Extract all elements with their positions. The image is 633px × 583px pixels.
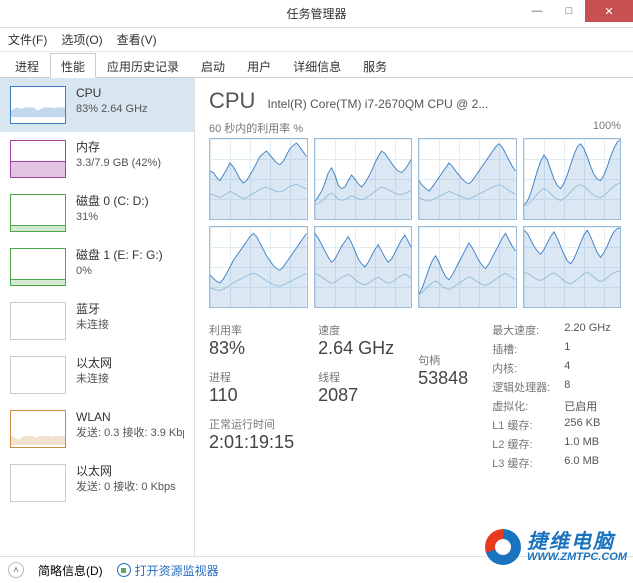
proc-value: 110 bbox=[209, 385, 294, 406]
speed-value: 2.64 GHz bbox=[318, 338, 394, 359]
sidebar[interactable]: CPU83% 2.64 GHz内存3.3/7.9 GB (42%)磁盘 0 (C… bbox=[0, 78, 195, 556]
sidebar-item-title: 磁盘 1 (E: F: G:) bbox=[76, 248, 163, 264]
util-label: 利用率 bbox=[209, 322, 294, 338]
sidebar-thumbnail bbox=[10, 248, 66, 286]
cpu-model: Intel(R) Core(TM) i7-2670QM CPU @ 2... bbox=[267, 97, 621, 111]
tab-6[interactable]: 服务 bbox=[352, 53, 398, 78]
close-button[interactable]: ✕ bbox=[585, 0, 633, 22]
chart-axis-left: 60 秒内的利用率 % bbox=[209, 120, 303, 136]
sidebar-item-wlan-6[interactable]: WLAN发送: 0.3 接收: 3.9 Kbps bbox=[0, 402, 194, 456]
resource-title: CPU bbox=[209, 88, 255, 114]
uptime-label: 正常运行时间 bbox=[209, 416, 294, 432]
sidebar-item-sub: 发送: 0.3 接收: 3.9 Kbps bbox=[76, 426, 184, 440]
cpu-core-chart-4 bbox=[209, 226, 308, 308]
speed-label: 速度 bbox=[318, 322, 394, 338]
handle-label: 句柄 bbox=[418, 352, 468, 368]
sidebar-item-eth-5[interactable]: 以太网未连接 bbox=[0, 348, 194, 402]
uptime-value: 2:01:19:15 bbox=[209, 432, 294, 453]
sidebar-item-sub: 83% 2.64 GHz bbox=[76, 102, 148, 116]
bottom-bar: ˄ 简略信息(D) 打开资源监视器 bbox=[0, 556, 633, 583]
detail-key: 逻辑处理器: bbox=[492, 379, 550, 395]
resmon-icon bbox=[117, 563, 131, 577]
menubar: 文件(F) 选项(O) 查看(V) bbox=[0, 28, 633, 52]
chart-axis-right: 100% bbox=[593, 120, 621, 136]
main-panel: CPU Intel(R) Core(TM) i7-2670QM CPU @ 2.… bbox=[195, 78, 633, 556]
cpu-core-chart-5 bbox=[314, 226, 413, 308]
fewer-details-button[interactable]: 简略信息(D) bbox=[38, 562, 103, 579]
sidebar-item-title: WLAN bbox=[76, 410, 184, 426]
detail-key: 内核: bbox=[492, 360, 550, 376]
sidebar-item-title: CPU bbox=[76, 86, 148, 102]
sidebar-thumbnail bbox=[10, 302, 66, 340]
sidebar-item-mem-1[interactable]: 内存3.3/7.9 GB (42%) bbox=[0, 132, 194, 186]
window-title: 任务管理器 bbox=[286, 5, 346, 22]
thread-value: 2087 bbox=[318, 385, 394, 406]
detail-key: L1 缓存: bbox=[492, 417, 550, 433]
menu-options[interactable]: 选项(O) bbox=[61, 31, 102, 48]
detail-key: 虚拟化: bbox=[492, 398, 550, 414]
thread-label: 线程 bbox=[318, 369, 394, 385]
sidebar-item-title: 内存 bbox=[76, 140, 161, 156]
titlebar: 任务管理器 — □ ✕ bbox=[0, 0, 633, 28]
detail-key: 插槽: bbox=[492, 341, 550, 357]
sidebar-item-title: 磁盘 0 (C: D:) bbox=[76, 194, 149, 210]
tab-3[interactable]: 启动 bbox=[190, 53, 236, 78]
menu-file[interactable]: 文件(F) bbox=[8, 31, 47, 48]
sidebar-item-bt-4[interactable]: 蓝牙未连接 bbox=[0, 294, 194, 348]
sidebar-item-title: 以太网 bbox=[76, 356, 112, 372]
sidebar-thumbnail bbox=[10, 194, 66, 232]
cpu-core-chart-2 bbox=[418, 138, 517, 220]
sidebar-item-sub: 未连接 bbox=[76, 372, 112, 386]
detail-value: 4 bbox=[564, 360, 610, 376]
sidebar-thumbnail bbox=[10, 464, 66, 502]
sidebar-thumbnail bbox=[10, 86, 66, 124]
detail-value: 8 bbox=[564, 379, 610, 395]
sidebar-item-title: 以太网 bbox=[76, 464, 176, 480]
menu-view[interactable]: 查看(V) bbox=[117, 31, 157, 48]
sidebar-item-eth-7[interactable]: 以太网发送: 0 接收: 0 Kbps bbox=[0, 456, 194, 510]
detail-value: 已启用 bbox=[564, 398, 610, 414]
tab-2[interactable]: 应用历史记录 bbox=[96, 53, 190, 78]
cpu-core-chart-6 bbox=[418, 226, 517, 308]
sidebar-item-cpu-0[interactable]: CPU83% 2.64 GHz bbox=[0, 78, 194, 132]
detail-value: 1 bbox=[564, 341, 610, 357]
chevron-up-icon[interactable]: ˄ bbox=[8, 562, 24, 578]
tab-0[interactable]: 进程 bbox=[4, 53, 50, 78]
sidebar-thumbnail bbox=[10, 410, 66, 448]
handle-value: 53848 bbox=[418, 368, 468, 389]
detail-key: 最大速度: bbox=[492, 322, 550, 338]
detail-value: 6.0 MB bbox=[564, 455, 610, 471]
cpu-core-chart-3 bbox=[523, 138, 622, 220]
cpu-details-table: 最大速度: 2.20 GHz 插槽: 1 内核: 4 逻辑处理器: 8 虚拟化: 已启用 L1 缓存… bbox=[492, 322, 611, 471]
sidebar-item-disk-2[interactable]: 磁盘 0 (C: D:)31% bbox=[0, 186, 194, 240]
sidebar-item-sub: 0% bbox=[76, 264, 163, 278]
cpu-core-chart-1 bbox=[314, 138, 413, 220]
sidebar-item-disk-3[interactable]: 磁盘 1 (E: F: G:)0% bbox=[0, 240, 194, 294]
sidebar-item-title: 蓝牙 bbox=[76, 302, 109, 318]
sidebar-thumbnail bbox=[10, 356, 66, 394]
util-value: 83% bbox=[209, 338, 294, 359]
tab-4[interactable]: 用户 bbox=[236, 53, 282, 78]
sidebar-thumbnail bbox=[10, 140, 66, 178]
sidebar-item-sub: 31% bbox=[76, 210, 149, 224]
cpu-core-chart-0 bbox=[209, 138, 308, 220]
detail-value: 2.20 GHz bbox=[564, 322, 610, 338]
tab-1[interactable]: 性能 bbox=[50, 53, 96, 78]
cpu-core-chart-7 bbox=[523, 226, 622, 308]
detail-key: L3 缓存: bbox=[492, 455, 550, 471]
minimize-button[interactable]: — bbox=[521, 0, 553, 22]
sidebar-item-sub: 未连接 bbox=[76, 318, 109, 332]
detail-value: 1.0 MB bbox=[564, 436, 610, 452]
maximize-button[interactable]: □ bbox=[553, 0, 585, 22]
proc-label: 进程 bbox=[209, 369, 294, 385]
open-resource-monitor-link[interactable]: 打开资源监视器 bbox=[135, 562, 219, 579]
cpu-charts-grid bbox=[209, 138, 621, 308]
detail-key: L2 缓存: bbox=[492, 436, 550, 452]
detail-value: 256 KB bbox=[564, 417, 610, 433]
tab-strip: 进程性能应用历史记录启动用户详细信息服务 bbox=[0, 52, 633, 78]
tab-5[interactable]: 详细信息 bbox=[282, 53, 352, 78]
sidebar-item-sub: 3.3/7.9 GB (42%) bbox=[76, 156, 161, 170]
sidebar-item-sub: 发送: 0 接收: 0 Kbps bbox=[76, 480, 176, 494]
